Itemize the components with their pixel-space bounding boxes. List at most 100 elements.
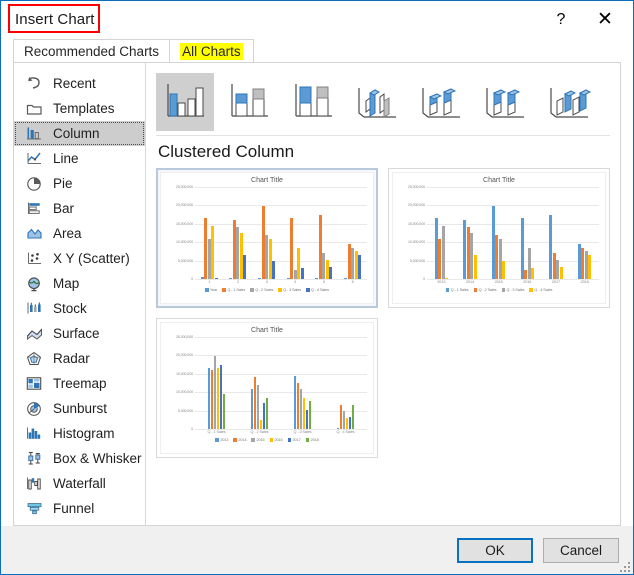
- x-tick-label: 2018: [580, 280, 589, 284]
- y-tick-label: 25,000,000: [176, 185, 193, 189]
- legend-label: 2017: [292, 438, 301, 442]
- ok-button[interactable]: OK: [457, 537, 533, 563]
- subtype-divider: [156, 135, 610, 136]
- sidebar-item-line[interactable]: Line: [14, 146, 145, 171]
- chart-type-3d-clustered-column[interactable]: [348, 73, 406, 131]
- sidebar-item-templates[interactable]: Templates: [14, 96, 145, 121]
- x-tick-label: 1: [208, 280, 211, 284]
- chart-preview-3[interactable]: Chart Title 0 5,000,000 10,000,000 15,000,00…: [156, 318, 378, 458]
- bar: [445, 277, 449, 279]
- waterfall-icon: [24, 475, 44, 493]
- y-tick-label: 10,000,000: [408, 240, 425, 245]
- legend-label: Q - 4 Sales: [311, 288, 329, 292]
- legend-label: Q - 3 Sales: [506, 288, 525, 292]
- y-axis: 0 5,000,000 10,000,000 15,000,000 20,000,000…: [165, 185, 195, 281]
- sidebar-item-label: Recent: [53, 76, 96, 91]
- tab-all-charts[interactable]: All Charts: [169, 39, 254, 62]
- y-tick-label: 25,000,000: [408, 185, 425, 189]
- y-axis: 0 5,000,000 10,000,000 15,000,000 20,000,000…: [397, 185, 427, 281]
- legend-label: 2016: [274, 438, 283, 442]
- box-whisker-icon: [24, 450, 44, 468]
- chart-preview-grid[interactable]: Chart Title 0 5,000,000 10,000,000 15,000,00…: [154, 168, 612, 458]
- y-tick-label: 5,000,000: [409, 258, 425, 263]
- chart-type-3d-100-percent-stacked-column[interactable]: [476, 73, 534, 131]
- sidebar-item-area[interactable]: Area: [14, 221, 145, 246]
- x-tick-label: 2013: [437, 280, 446, 284]
- sidebar-item-surface[interactable]: Surface: [14, 321, 145, 346]
- sidebar-item-map[interactable]: Map: [14, 271, 145, 296]
- legend-swatch: [306, 288, 310, 292]
- help-icon[interactable]: ?: [539, 5, 583, 35]
- sidebar-item-label: Funnel: [53, 501, 95, 516]
- tab-recommended-charts[interactable]: Recommended Charts: [13, 39, 171, 62]
- bar: [351, 404, 354, 429]
- chart-preview-2[interactable]: Chart Title 0 5,000,000 10,000,000 15,000,00…: [388, 168, 610, 308]
- chart-legend: Year Q - 1 Sales Q - 2 Sales Q - 3 Sales Q -…: [161, 288, 373, 292]
- y-tick-label: 0: [191, 277, 193, 281]
- chart-type-clustered-column[interactable]: [156, 73, 214, 131]
- dialog-footer: OK Cancel: [1, 526, 633, 574]
- sidebar-item-radar[interactable]: Radar: [14, 346, 145, 371]
- x-tick-label: 4: [294, 280, 297, 284]
- x-tick-label: 2017: [551, 280, 560, 284]
- bar-group: [463, 187, 477, 279]
- x-tick-label: Q - 4 Sales: [336, 430, 355, 434]
- sidebar-item-histogram[interactable]: Histogram: [14, 421, 145, 446]
- chart-type-stacked-column[interactable]: [220, 73, 278, 131]
- legend-label: Q - 1 Sales: [450, 288, 469, 292]
- sidebar-item-treemap[interactable]: Treemap: [14, 371, 145, 396]
- bar: [222, 394, 225, 429]
- chart-subtype-bar[interactable]: [154, 69, 612, 131]
- cancel-button[interactable]: Cancel: [543, 537, 619, 563]
- sidebar-item-label: Bar: [53, 201, 75, 216]
- bar-group: [344, 187, 362, 279]
- legend-swatch: [305, 438, 310, 442]
- legend-item: Q - 3 Sales: [501, 288, 525, 292]
- legend-item: Q - 4 Sales: [306, 288, 329, 292]
- sidebar-item-waterfall[interactable]: Waterfall: [14, 471, 145, 496]
- bar: [502, 260, 506, 279]
- bar-group: [337, 337, 354, 429]
- pie-icon: [24, 175, 44, 193]
- preview-heading: Clustered Column: [158, 142, 295, 161]
- close-icon[interactable]: ✕: [583, 5, 627, 35]
- y-tick-label: 20,000,000: [176, 203, 193, 208]
- recent-icon: [24, 75, 44, 93]
- y-tick-label: 25,000,000: [176, 335, 193, 339]
- sidebar-item-column[interactable]: Column: [14, 121, 145, 146]
- sidebar-item-stock[interactable]: Stock: [14, 296, 145, 321]
- sidebar-item-x-y-scatter[interactable]: X Y (Scatter): [14, 246, 145, 271]
- sidebar-item-label: Waterfall: [53, 476, 106, 491]
- surface-icon: [24, 325, 44, 343]
- legend-swatch: [287, 438, 292, 442]
- bar-group: [258, 187, 276, 279]
- sidebar-item-pie[interactable]: Pie: [14, 171, 145, 196]
- sidebar-item-label: Treemap: [53, 376, 107, 391]
- legend-swatch: [529, 288, 533, 292]
- bar-group: [286, 187, 304, 279]
- chart-preview-1[interactable]: Chart Title 0 5,000,000 10,000,000 15,000,00…: [156, 168, 378, 308]
- plot-area: 0 5,000,000 10,000,000 15,000,000 20,000,000…: [165, 335, 369, 431]
- sidebar-item-funnel[interactable]: Funnel: [14, 496, 145, 521]
- legend-item: Q - 2 Sales: [250, 288, 273, 292]
- y-tick-label: 10,000,000: [176, 390, 193, 395]
- chart-title: Chart Title: [251, 327, 283, 334]
- tab-strip: Recommended Charts All Charts: [1, 38, 633, 62]
- sidebar-item-recent[interactable]: Recent: [14, 71, 145, 96]
- bar-series: [195, 187, 367, 279]
- chart-type-3d-column[interactable]: [540, 73, 598, 131]
- chart-preview-pane: Clustered Column Chart Title 0 5,000,000 10…: [146, 63, 620, 525]
- legend-swatch: [215, 438, 219, 442]
- sidebar-item-bar[interactable]: Bar: [14, 196, 145, 221]
- legend-item: 2015: [251, 438, 265, 442]
- chart-type-3d-stacked-column[interactable]: [412, 73, 470, 131]
- sidebar-item-sunburst[interactable]: Sunburst: [14, 396, 145, 421]
- bar: [531, 267, 535, 279]
- y-tick-label: 0: [423, 277, 425, 281]
- y-tick-label: 20,000,000: [408, 203, 425, 208]
- chart-type-100-percent-stacked-column[interactable]: [284, 73, 342, 131]
- sidebar-item-label: Stock: [53, 301, 87, 316]
- chart-category-list[interactable]: Recent Templates Column Line Pie Bar Area X Y (…: [14, 63, 146, 525]
- sidebar-item-box-whisker[interactable]: Box & Whisker: [14, 446, 145, 471]
- resize-grip[interactable]: [618, 560, 630, 572]
